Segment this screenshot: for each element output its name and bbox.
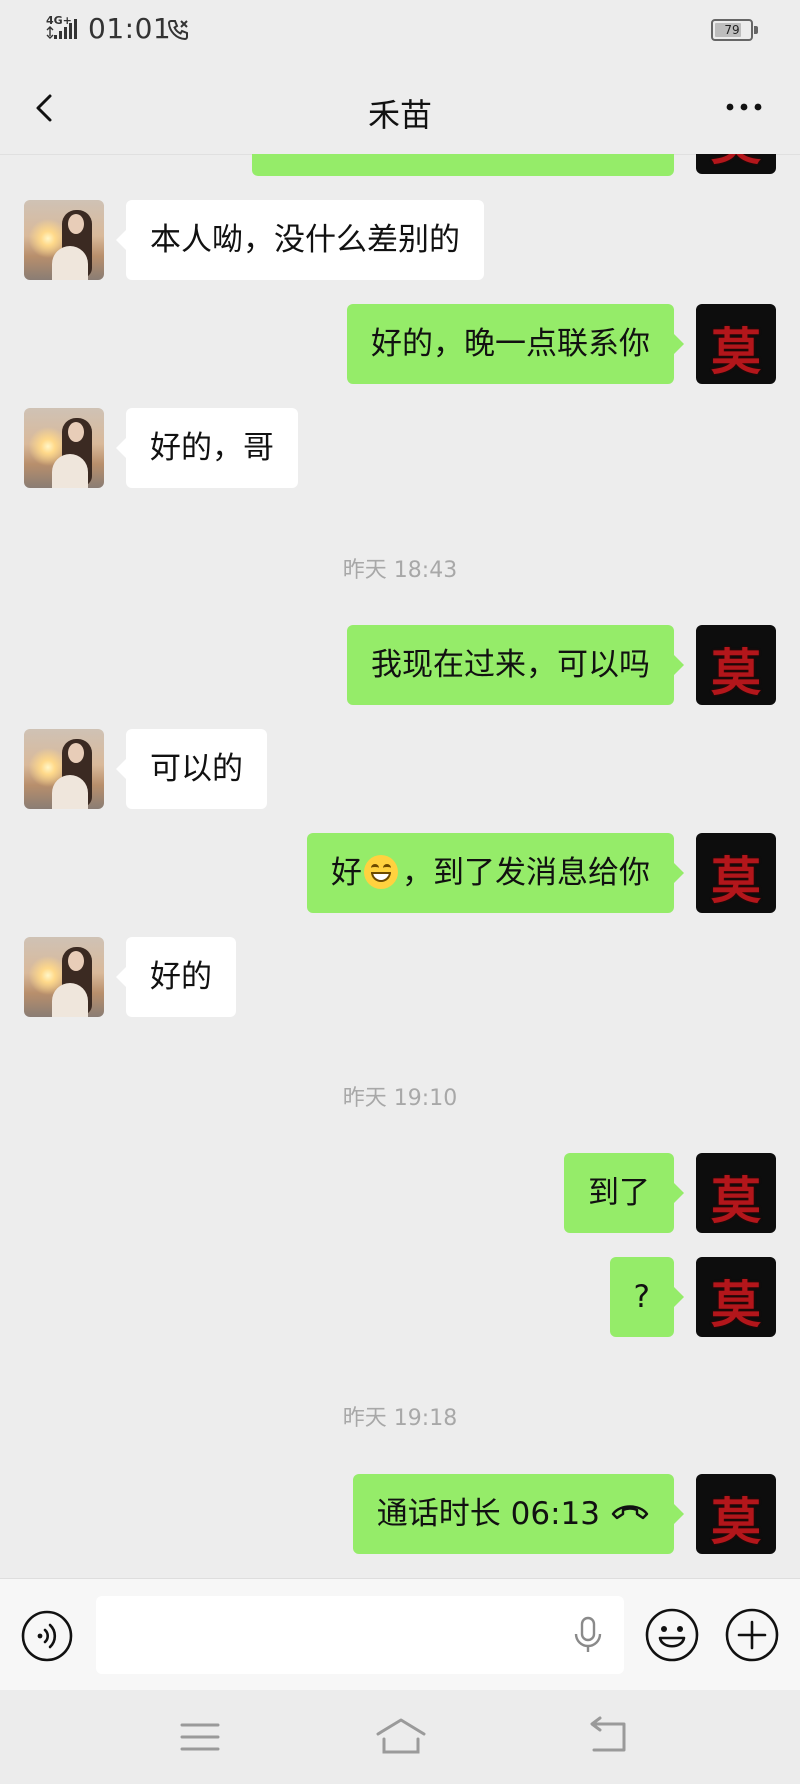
status-bar: 4G+ 01:01 79 bbox=[0, 0, 800, 62]
contact-avatar[interactable] bbox=[24, 408, 104, 488]
microphone-icon bbox=[574, 1616, 602, 1652]
message-bubble-incoming[interactable]: 本人呦，没什么差别的 bbox=[116, 200, 484, 280]
home-icon bbox=[376, 1718, 426, 1754]
nav-home-button[interactable] bbox=[374, 1716, 428, 1756]
message-input[interactable] bbox=[96, 1596, 624, 1674]
call-record-bubble[interactable]: 通话时长 06:13 bbox=[352, 1473, 685, 1554]
message-text: 我现在过来，可以吗 bbox=[371, 647, 650, 683]
battery-icon: 79 bbox=[711, 19, 758, 41]
my-avatar[interactable]: 莫 bbox=[696, 154, 776, 174]
plus-icon bbox=[725, 1608, 779, 1662]
voice-mode-icon bbox=[21, 1610, 73, 1662]
timestamp: 昨天 18:43 bbox=[342, 558, 458, 583]
voice-mode-button[interactable] bbox=[20, 1609, 74, 1663]
message-bubble-incoming[interactable]: 好的 bbox=[116, 937, 236, 1017]
clock: 01:01 bbox=[88, 12, 172, 45]
message-bubble-outgoing-partial[interactable] bbox=[252, 154, 674, 176]
contact-avatar[interactable] bbox=[24, 200, 104, 280]
timestamp: 昨天 19:10 bbox=[342, 1086, 458, 1111]
emoji-button[interactable] bbox=[644, 1607, 700, 1663]
my-avatar[interactable]: 莫 bbox=[696, 1257, 776, 1337]
nav-menu-button[interactable] bbox=[180, 1720, 220, 1754]
more-button[interactable] bbox=[722, 92, 766, 122]
message-text: 好 bbox=[331, 855, 362, 891]
chat-header: 禾苗 bbox=[0, 62, 800, 155]
my-avatar[interactable]: 莫 bbox=[696, 625, 776, 705]
message-text: 通话时长 06:13 bbox=[376, 1496, 600, 1532]
more-actions-button[interactable] bbox=[724, 1607, 780, 1663]
nav-back-button[interactable] bbox=[588, 1716, 630, 1754]
message-bubble-incoming[interactable]: 好的，哥 bbox=[116, 408, 298, 488]
menu-icon bbox=[180, 1723, 220, 1751]
message-bubble-outgoing[interactable]: 我现在过来，可以吗 bbox=[347, 625, 684, 705]
my-avatar[interactable]: 莫 bbox=[696, 833, 776, 913]
voice-input-button[interactable] bbox=[570, 1615, 606, 1655]
signal-icon: 4G+ bbox=[46, 14, 82, 42]
message-text: 好的，哥 bbox=[150, 430, 274, 466]
system-navigation-bar bbox=[0, 1690, 800, 1784]
contact-avatar[interactable] bbox=[24, 729, 104, 809]
battery-level: 79 bbox=[724, 23, 740, 37]
message-list[interactable]: 莫 本人呦，没什么差别的 好的，晚一点联系你 莫 好的，哥 昨天 18:43 我… bbox=[0, 154, 800, 1578]
message-text: 好的 bbox=[150, 959, 212, 995]
chat-title: 禾苗 bbox=[367, 96, 432, 134]
input-bar bbox=[0, 1578, 800, 1691]
grinning-face-emoji bbox=[364, 854, 398, 889]
message-bubble-outgoing[interactable]: 好的，晚一点联系你 bbox=[347, 304, 684, 384]
message-bubble-outgoing[interactable]: ? bbox=[609, 1257, 685, 1337]
call-active-icon bbox=[166, 18, 190, 42]
timestamp: 昨天 19:18 bbox=[342, 1406, 458, 1431]
more-dots-icon bbox=[726, 103, 762, 111]
my-avatar[interactable]: 莫 bbox=[696, 1153, 776, 1233]
my-avatar[interactable]: 莫 bbox=[696, 1474, 776, 1554]
back-arrow-icon bbox=[590, 1716, 626, 1752]
message-bubble-incoming[interactable]: 可以的 bbox=[116, 729, 267, 809]
message-text: 可以的 bbox=[150, 751, 243, 787]
contact-avatar[interactable] bbox=[24, 937, 104, 1017]
phone-hangup-icon bbox=[610, 1473, 650, 1553]
message-bubble-outgoing[interactable]: 到了 bbox=[564, 1153, 684, 1233]
message-text: 到了 bbox=[588, 1175, 650, 1211]
my-avatar[interactable]: 莫 bbox=[696, 304, 776, 384]
emoji-icon bbox=[645, 1608, 699, 1662]
message-text: 好的，晚一点联系你 bbox=[371, 326, 650, 362]
message-text: ? bbox=[633, 1279, 650, 1315]
message-text: 本人呦，没什么差别的 bbox=[150, 222, 460, 258]
message-bubble-outgoing[interactable]: 好 ，到了发消息给你 bbox=[307, 833, 684, 913]
message-text: ，到了发消息给你 bbox=[402, 855, 650, 891]
